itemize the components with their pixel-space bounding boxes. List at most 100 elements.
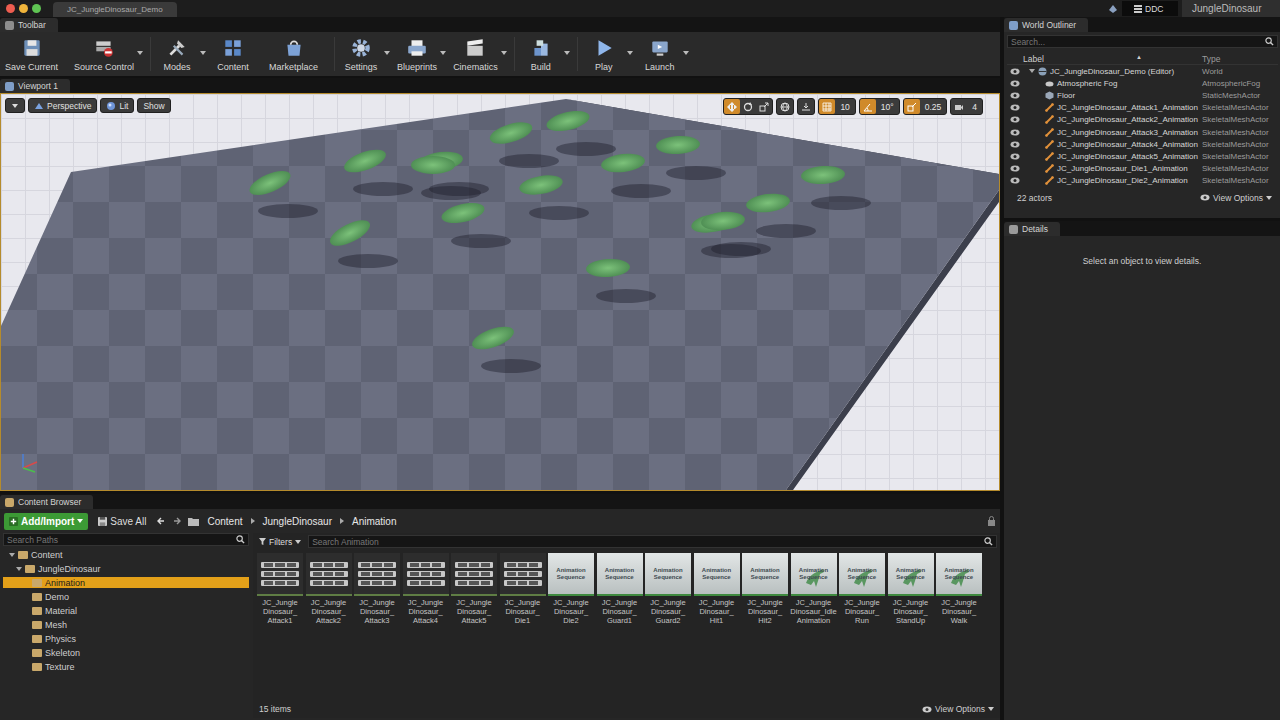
dropdown-arrow-icon[interactable] [683, 51, 689, 55]
outliner-label-cell[interactable]: JC_JungleDinosaur_Die2_Animation [1023, 176, 1202, 185]
asset-thumbnail[interactable] [306, 553, 352, 596]
scale-snap-button[interactable]: 0.25 [903, 98, 948, 115]
dropdown-arrow-icon[interactable] [564, 51, 570, 55]
outliner-label-cell[interactable]: Floor [1023, 91, 1202, 100]
actor-type[interactable]: StaticMeshActor [1202, 91, 1278, 100]
outliner-label-cell[interactable]: JC_JungleDinosaur_Die1_Animation [1023, 164, 1202, 173]
asset-tile[interactable]: JC_JungleDinosaur_Attack5 [450, 553, 498, 625]
show-button[interactable]: Show [137, 98, 170, 113]
asset-tile[interactable]: JC_JungleDinosaur_Attack2 [305, 553, 353, 625]
toolbar-button[interactable]: Play [581, 37, 637, 72]
perspective-button[interactable]: Perspective [28, 98, 97, 113]
asset-tile[interactable]: Animation SequenceJC_JungleDinosaur_Idle… [790, 553, 838, 625]
toolbar-button-label[interactable]: Cinematics [453, 62, 498, 72]
toolbar-button-label[interactable]: Marketplace [269, 62, 318, 72]
outliner-row[interactable]: JC_JungleDinosaur_Attack4_AnimationSkele… [1007, 138, 1278, 150]
outliner-label-cell[interactable]: JC_JungleDinosaur_Attack5_Animation [1023, 152, 1202, 161]
toolbar-button[interactable]: Modes [154, 37, 210, 72]
visibility-toggle[interactable] [1007, 92, 1023, 99]
rotate-tool-button[interactable] [740, 99, 756, 114]
asset-label-line[interactable]: Dinosaur_ [408, 607, 443, 616]
asset-label-line[interactable]: JC_Jungle [650, 598, 685, 607]
asset-label-line[interactable]: Hit2 [747, 616, 782, 625]
minimize-button[interactable] [19, 4, 28, 13]
actor-label[interactable]: JC_JungleDinosaur_Attack1_Animation [1057, 103, 1198, 112]
asset-tile[interactable]: Animation SequenceJC_JungleDinosaur_Hit1 [693, 553, 741, 625]
asset-thumbnail[interactable] [403, 553, 449, 596]
asset-label-line[interactable]: Animation [790, 616, 836, 625]
asset-thumbnail[interactable]: Animation Sequence [645, 553, 691, 596]
asset-tile[interactable]: JC_JungleDinosaur_Attack1 [256, 553, 304, 625]
outliner-row[interactable]: JC_JungleDinosaur_Die1_AnimationSkeletal… [1007, 163, 1278, 175]
sort-indicator[interactable]: ▲ [1136, 54, 1142, 60]
visibility-toggle[interactable] [1007, 177, 1023, 184]
asset-label[interactable]: JC_JungleDinosaur_Attack4 [408, 598, 443, 625]
asset-label[interactable]: JC_JungleDinosaur_Walk [941, 598, 976, 625]
actor-label[interactable]: Floor [1057, 91, 1075, 100]
asset-tile[interactable]: Animation SequenceJC_JungleDinosaur_Guar… [644, 553, 692, 625]
asset-label-line[interactable]: Dinosaur_ [456, 607, 491, 616]
tree-item-label[interactable]: Texture [45, 662, 75, 672]
asset-label[interactable]: JC_JungleDinosaur_Attack1 [262, 598, 297, 625]
tree-item-label[interactable]: Mesh [45, 620, 67, 630]
actor-type[interactable]: AtmosphericFog [1202, 79, 1278, 88]
outliner-label-cell[interactable]: JC_JungleDinosaur_Demo (Editor) [1023, 67, 1202, 76]
dropdown-arrow-icon[interactable] [627, 51, 633, 55]
actor-label[interactable]: JC_JungleDinosaur_Attack4_Animation [1057, 140, 1198, 149]
rotation-snap-value[interactable]: 10° [876, 102, 899, 112]
asset-label-line[interactable]: Dinosaur_ [844, 607, 879, 616]
outliner-label-cell[interactable]: JC_JungleDinosaur_Attack3_Animation [1023, 128, 1202, 137]
actor-type[interactable]: SkeletalMeshActor [1202, 115, 1278, 124]
actor-label[interactable]: JC_JungleDinosaur_Attack2_Animation [1057, 115, 1198, 124]
visibility-toggle[interactable] [1007, 68, 1023, 75]
toolbar-button-body[interactable]: Modes [154, 37, 200, 72]
tab-label[interactable]: World Outliner [1022, 20, 1076, 30]
visibility-toggle[interactable] [1007, 153, 1023, 160]
add-import-button[interactable]: Add/Import [4, 513, 88, 530]
asset-label[interactable]: JC_JungleDinosaur_Guard2 [650, 598, 685, 625]
asset-label-line[interactable]: Hit1 [699, 616, 734, 625]
zoom-button[interactable] [32, 4, 41, 13]
dropdown-arrow-icon[interactable] [440, 51, 446, 55]
asset-label-line[interactable]: Dinosaur_ [699, 607, 734, 616]
toolbar-button[interactable]: Marketplace [266, 37, 331, 72]
asset-label-line[interactable]: Dinosaur_ [553, 607, 588, 616]
filters-button[interactable]: Filters [256, 535, 304, 548]
asset-label[interactable]: JC_JungleDinosaur_Hit1 [699, 598, 734, 625]
asset-label-line[interactable]: Run [844, 616, 879, 625]
asset-thumbnail[interactable]: Animation Sequence [742, 553, 788, 596]
coordinate-space-button[interactable] [776, 98, 794, 115]
tab-label[interactable]: Details [1022, 224, 1048, 234]
view-options-label[interactable]: View Options [935, 704, 985, 714]
close-button[interactable] [6, 4, 15, 13]
add-import-label[interactable]: Add/Import [21, 516, 74, 527]
outliner-label-cell[interactable]: JC_JungleDinosaur_Attack1_Animation [1023, 103, 1202, 112]
tree-item[interactable]: Animation [3, 577, 249, 588]
toolbar-button-body[interactable]: Source Control [71, 37, 137, 72]
asset-label-line[interactable]: JC_Jungle [844, 598, 879, 607]
asset-label[interactable]: JC_JungleDinosaur_StandUp [893, 598, 928, 625]
toolbar-button-body[interactable]: Settings [338, 37, 384, 72]
toolbar-button[interactable]: Build [518, 37, 574, 72]
tree-item[interactable]: Skeleton [3, 647, 249, 658]
grid-snap-button[interactable]: 10 [818, 98, 855, 115]
show-label[interactable]: Show [143, 101, 164, 111]
asset-thumbnail[interactable]: Animation Sequence [548, 553, 594, 596]
toolbar-button[interactable]: Source Control [71, 37, 147, 72]
toolbar-button-label[interactable]: Content [217, 62, 249, 72]
asset-label-line[interactable]: Die2 [553, 616, 588, 625]
toolbar-button-label[interactable]: Modes [164, 62, 191, 72]
toolbar-button-body[interactable]: Save Current [2, 37, 61, 72]
actor-label[interactable]: JC_JungleDinosaur_Attack3_Animation [1057, 128, 1198, 137]
toolbar-button-body[interactable]: Marketplace [266, 37, 321, 72]
asset-label-line[interactable]: Attack2 [311, 616, 346, 625]
save-all-label[interactable]: Save All [110, 516, 146, 527]
asset-label-line[interactable]: Dinosaur_ [602, 607, 637, 616]
toolbar-button-body[interactable]: Launch [637, 37, 683, 72]
asset-thumbnail[interactable] [500, 553, 546, 596]
toolbar-button-body[interactable]: Build [518, 37, 564, 72]
view-options-button[interactable]: View Options [922, 704, 994, 714]
tree-item-label[interactable]: Material [45, 606, 77, 616]
document-tab[interactable]: JC_JungleDinosaur_Demo [53, 2, 177, 17]
outliner-row[interactable]: JC_JungleDinosaur_Attack1_AnimationSkele… [1007, 102, 1278, 114]
